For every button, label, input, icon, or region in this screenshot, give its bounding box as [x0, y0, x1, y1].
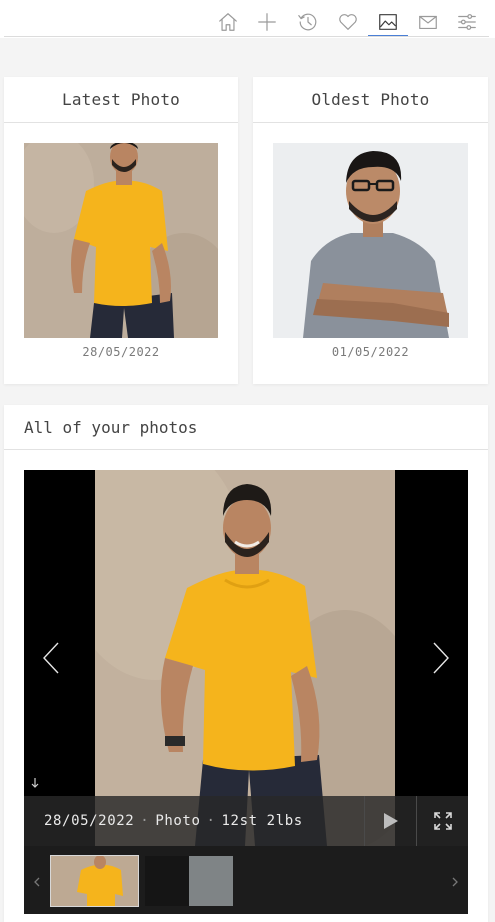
caption-date: 28/05/2022: [44, 813, 135, 829]
thumbnails-previous-button[interactable]: [34, 872, 44, 887]
all-photos-title: All of your photos: [4, 405, 488, 450]
caption-separator: ·: [140, 813, 150, 829]
nav-divider: [4, 36, 489, 37]
caption-weight: 12st 2lbs: [221, 813, 303, 829]
fullscreen-button[interactable]: [416, 796, 468, 846]
photo-gallery[interactable]: 28/05/2022 · Photo · 12st 2lbs: [24, 470, 468, 846]
home-icon[interactable]: [208, 8, 248, 36]
play-icon: [383, 813, 398, 829]
oldest-photo-date: 01/05/2022: [331, 345, 410, 359]
oldest-photo-title: Oldest Photo: [253, 77, 488, 123]
gallery-previous-button[interactable]: [36, 640, 66, 676]
thumbnail-strip: [24, 846, 468, 914]
thumbnail-photo-1[interactable]: [50, 855, 139, 907]
gallery-main-image[interactable]: [95, 470, 395, 846]
gallery-caption: 28/05/2022 · Photo · 12st 2lbs: [44, 813, 303, 829]
thumbnails-next-button[interactable]: [452, 872, 462, 887]
gallery-next-button[interactable]: [426, 640, 456, 676]
fullscreen-icon: [433, 812, 452, 830]
image-icon[interactable]: [368, 8, 408, 37]
history-icon[interactable]: [288, 8, 328, 36]
thumbnail-photo-2[interactable]: [145, 856, 233, 906]
gallery-caption-bar: 28/05/2022 · Photo · 12st 2lbs: [24, 796, 468, 846]
top-navigation: [0, 0, 495, 38]
all-photos-card: All of your photos 28/05/2022 · Photo · …: [4, 405, 488, 922]
mail-icon[interactable]: [408, 8, 448, 36]
latest-photo-card: Latest Photo 28/05/2022: [4, 77, 238, 384]
plus-icon[interactable]: [247, 8, 287, 36]
latest-photo-date: 28/05/2022: [82, 345, 160, 359]
oldest-photo-image[interactable]: [273, 143, 468, 338]
oldest-photo-card: Oldest Photo 01/05/2022: [253, 77, 488, 384]
sliders-icon[interactable]: [447, 8, 487, 36]
heart-icon[interactable]: [328, 8, 368, 36]
play-slideshow-button[interactable]: [364, 796, 416, 846]
caption-type: Photo: [155, 813, 201, 829]
latest-photo-title: Latest Photo: [4, 77, 238, 123]
caption-separator: ·: [206, 813, 216, 829]
download-icon[interactable]: [30, 777, 42, 791]
latest-photo-image[interactable]: [24, 143, 218, 338]
